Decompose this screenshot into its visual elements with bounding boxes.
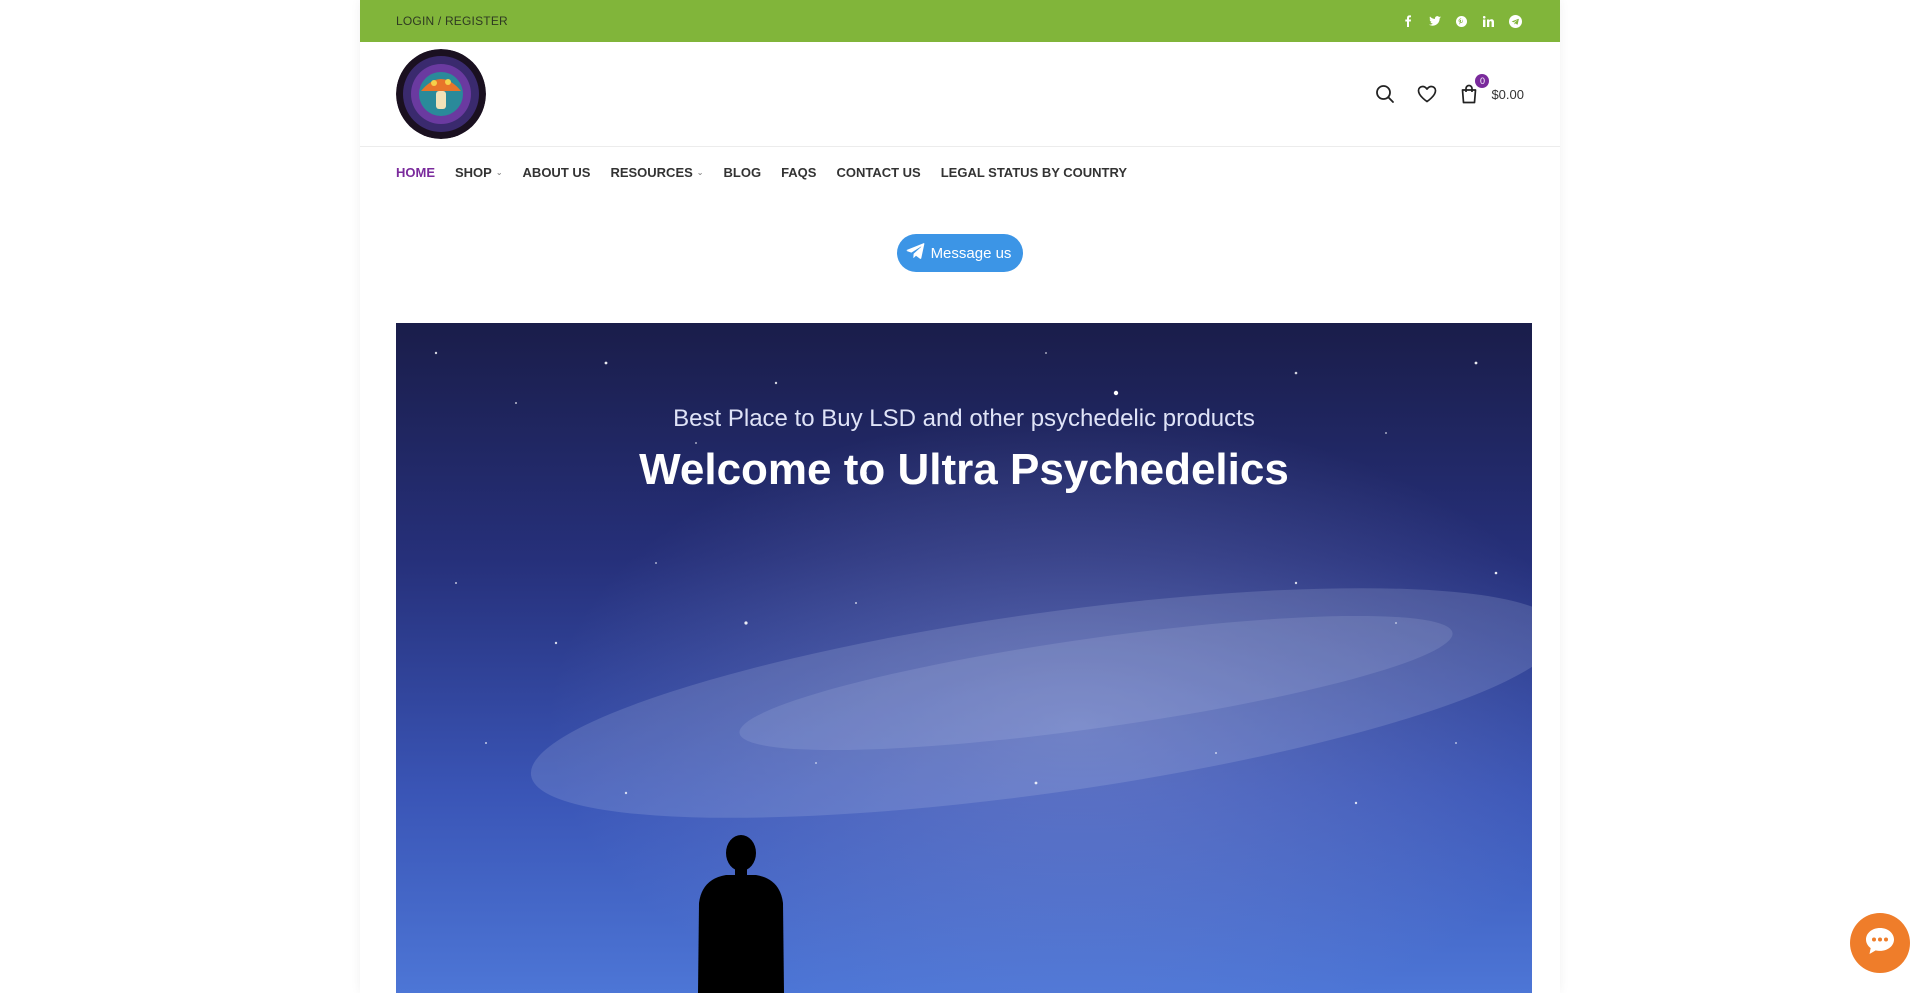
chat-bubble-icon xyxy=(1864,926,1896,961)
nav-contact-us-label: CONTACT US xyxy=(836,164,921,180)
nav-home-label: HOME xyxy=(396,164,435,180)
hero-title: Welcome to Ultra Psychedelics xyxy=(639,445,1289,494)
silhouette-figure xyxy=(698,835,784,993)
nav-legal-status-label: LEGAL STATUS BY COUNTRY xyxy=(940,164,1128,180)
site-header: 0 $0.00 xyxy=(360,42,1560,147)
facebook-icon[interactable] xyxy=(1399,13,1416,30)
chevron-down-icon: ⌄ xyxy=(696,167,704,177)
login-register-link[interactable]: LOGIN / REGISTER xyxy=(396,14,508,28)
telegram-icon[interactable] xyxy=(1507,13,1524,30)
cart-count-badge: 0 xyxy=(1475,74,1490,88)
nav-resources-label: RESOURCES xyxy=(610,164,693,180)
header-tools: 0 $0.00 xyxy=(1373,74,1524,106)
search-icon[interactable] xyxy=(1373,82,1397,106)
nav-resources[interactable]: RESOURCES ⌄ xyxy=(610,165,703,180)
nav-faqs-label: FAQS xyxy=(781,164,817,180)
nav-contact-us[interactable]: CONTACT US xyxy=(836,165,920,180)
message-row: Message us xyxy=(360,234,1560,272)
message-us-button[interactable]: Message us xyxy=(896,234,1024,272)
nav-about-us[interactable]: ABOUT US xyxy=(523,165,591,180)
site-container: LOGIN / REGISTER 0 $0.00 HOME SHOP ⌄ ABO… xyxy=(360,0,1560,993)
nav-shop-label: SHOP xyxy=(455,164,492,180)
site-logo[interactable] xyxy=(396,49,486,139)
social-links xyxy=(1399,13,1524,30)
nav-shop[interactable]: SHOP ⌄ xyxy=(455,165,503,180)
message-us-label: Message us xyxy=(930,244,1012,262)
nav-blog-label: BLOG xyxy=(723,164,762,180)
shopping-bag-icon: 0 xyxy=(1457,74,1490,106)
nav-about-us-label: ABOUT US xyxy=(522,164,591,180)
linkedin-icon[interactable] xyxy=(1480,13,1497,30)
wishlist-heart-icon[interactable] xyxy=(1415,82,1439,106)
cart-button[interactable]: 0 $0.00 xyxy=(1457,74,1524,106)
top-bar: LOGIN / REGISTER xyxy=(360,0,1560,42)
nav-legal-status[interactable]: LEGAL STATUS BY COUNTRY xyxy=(941,165,1127,180)
nav-faqs[interactable]: FAQS xyxy=(781,165,816,180)
hero-banner: Best Place to Buy LSD and other psychede… xyxy=(396,323,1532,993)
chat-widget-button[interactable] xyxy=(1850,913,1910,973)
nav-blog[interactable]: BLOG xyxy=(724,165,762,180)
cart-total: $0.00 xyxy=(1491,86,1524,102)
nav-home[interactable]: HOME xyxy=(396,165,435,180)
main-navigation: HOME SHOP ⌄ ABOUT US RESOURCES ⌄ BLOG FAQS… xyxy=(360,147,1560,197)
twitter-icon[interactable] xyxy=(1426,13,1443,30)
hero-subtitle: Best Place to Buy LSD and other psychede… xyxy=(673,405,1255,432)
chevron-down-icon: ⌄ xyxy=(495,167,503,177)
pinterest-icon[interactable] xyxy=(1453,13,1470,30)
telegram-icon xyxy=(905,242,925,264)
